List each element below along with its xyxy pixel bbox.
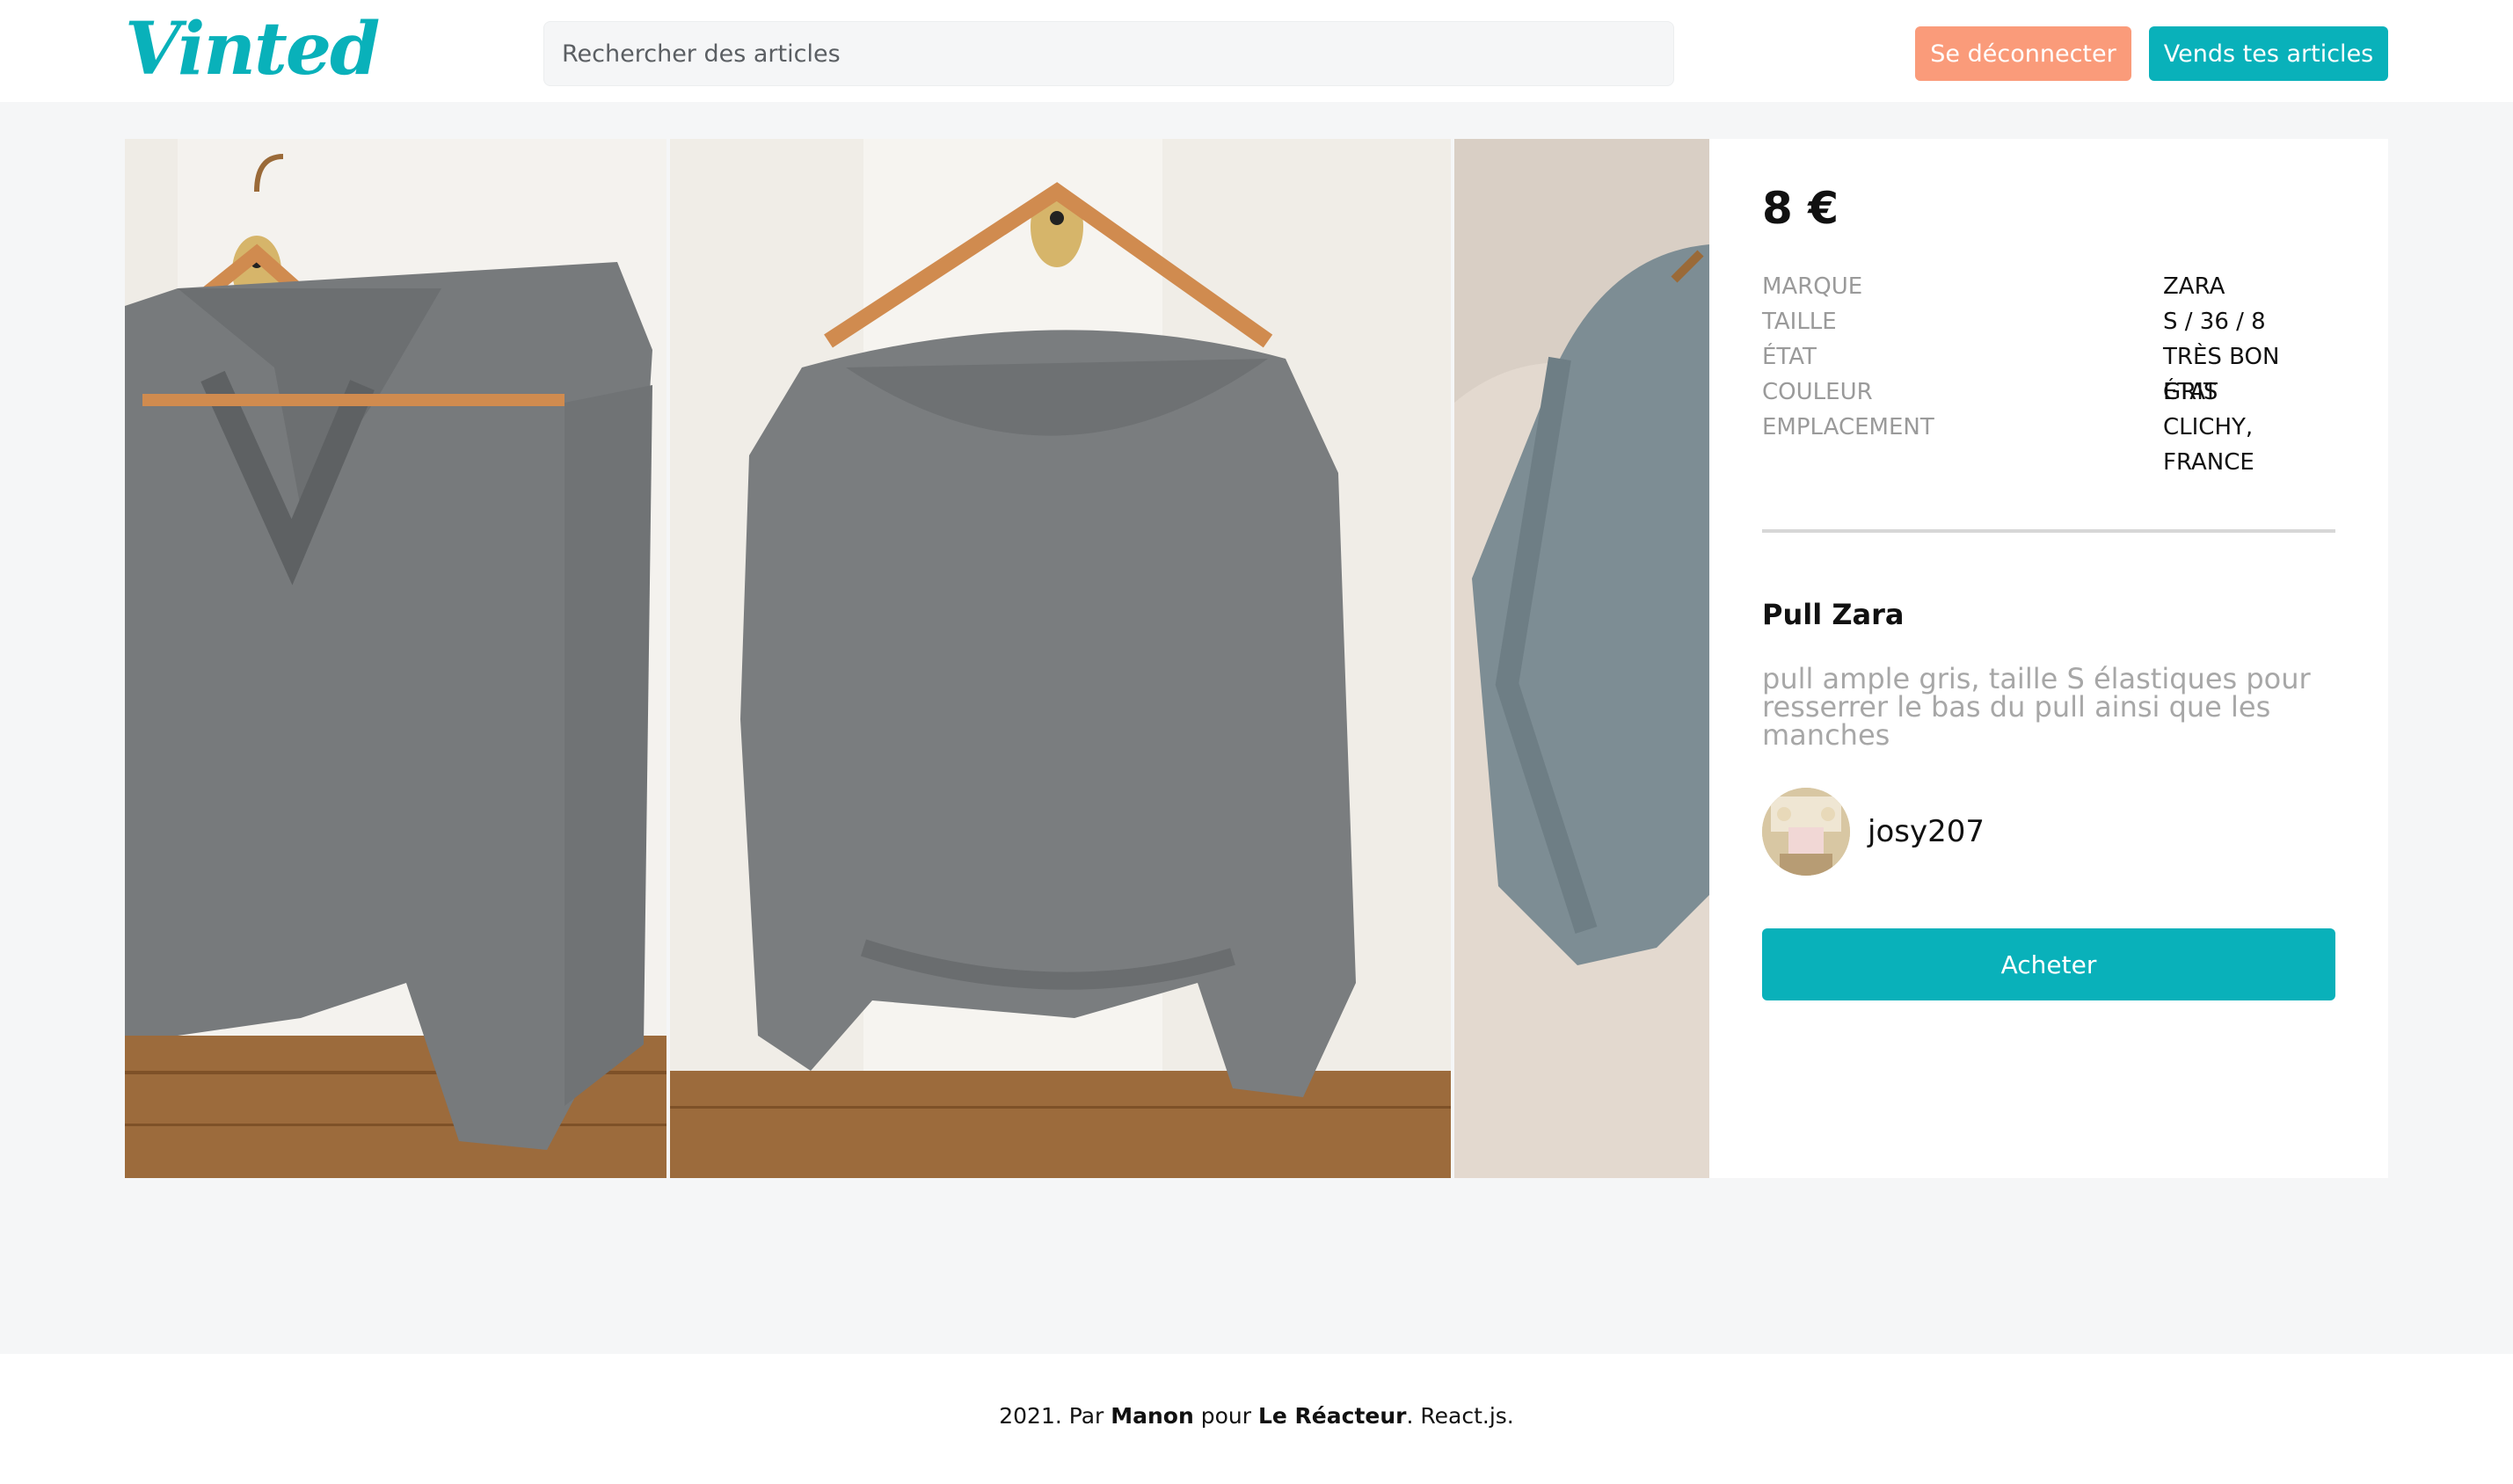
product-photo-1[interactable] [125, 139, 666, 1178]
buy-button[interactable]: Acheter [1762, 928, 2335, 1000]
photo-gallery[interactable] [125, 139, 1709, 1178]
footer-text: 2021. Par Manon pour Le Réacteur. React.… [0, 1403, 2513, 1429]
seller[interactable]: josy207 [1762, 788, 2335, 876]
header: Vinted Se déconnecter Vends tes articles [0, 0, 2513, 102]
product-photo-3[interactable] [1454, 139, 1709, 1178]
price: 8 € [1762, 183, 1839, 234]
footer-tail: . React.js. [1406, 1403, 1514, 1429]
seller-name[interactable]: josy207 [1868, 814, 1985, 849]
detail-row-condition: ÉTAT TRÈS BON ÉTAT [1762, 339, 2335, 405]
logout-button[interactable]: Se déconnecter [1915, 26, 2131, 81]
sell-items-button[interactable]: Vends tes articles [2149, 26, 2388, 81]
search-input[interactable] [543, 21, 1674, 86]
detail-row-location: EMPLACEMENT CLICHY, FRANCE [1762, 410, 2335, 476]
detail-key: ÉTAT [1762, 344, 1817, 370]
detail-key: MARQUE [1762, 273, 1863, 300]
detail-row-color: COULEUR GRIS [1762, 375, 2335, 410]
footer: 2021. Par Manon pour Le Réacteur. React.… [0, 1354, 2513, 1484]
avatar[interactable] [1762, 788, 1850, 876]
product-photo-2[interactable] [670, 139, 1451, 1178]
divider [1762, 529, 2335, 533]
detail-key: COULEUR [1762, 379, 1873, 405]
footer-middle: pour [1193, 1403, 1258, 1429]
offer-panel: 8 € MARQUE ZARA TAILLE S / 36 / 8 ÉTAT T… [1709, 139, 2388, 1178]
detail-key: EMPLACEMENT [1762, 414, 1934, 440]
offer-description: pull ample gris, taille S élastiques pou… [1762, 662, 2311, 752]
detail-row-brand: MARQUE ZARA [1762, 269, 2335, 304]
detail-value: CLICHY, FRANCE [2163, 414, 2254, 476]
detail-key: TAILLE [1762, 309, 1837, 335]
detail-value: S / 36 / 8 [2163, 309, 2266, 335]
vinted-logo[interactable]: Vinted [125, 11, 380, 88]
offer-title: Pull Zara [1762, 598, 1905, 631]
footer-year: 2021. Par [999, 1403, 1111, 1429]
detail-value: GRIS [2163, 379, 2218, 405]
footer-school: Le Réacteur [1257, 1403, 1407, 1429]
offer-details: MARQUE ZARA TAILLE S / 36 / 8 ÉTAT TRÈS … [1762, 269, 2335, 476]
detail-value: ZARA [2163, 273, 2225, 300]
detail-row-size: TAILLE S / 36 / 8 [1762, 304, 2335, 339]
footer-author: Manon [1111, 1403, 1194, 1429]
